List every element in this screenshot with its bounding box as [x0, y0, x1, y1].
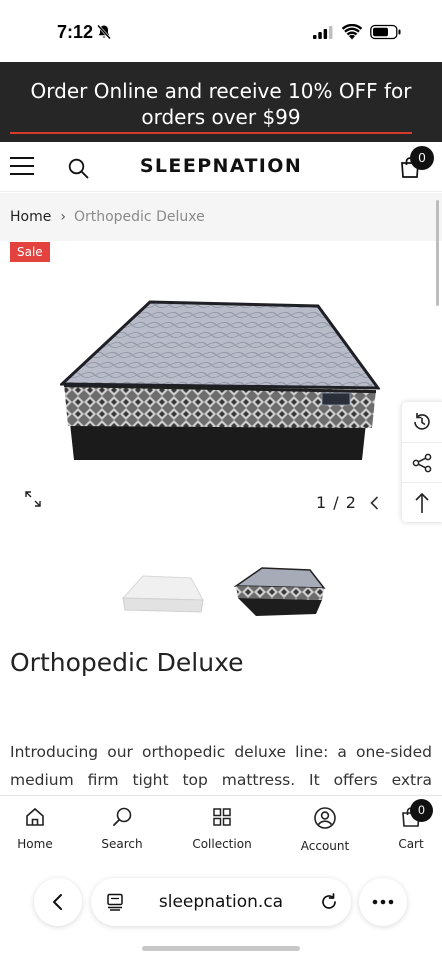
more-dots-icon — [372, 899, 394, 905]
home-indicator[interactable] — [142, 946, 300, 951]
slide-counter: 1 / 2 — [316, 493, 357, 512]
bottom-nav: Home Search Collection Account Cart — [0, 795, 442, 867]
header-cart-count[interactable]: 0 — [410, 146, 434, 170]
chevron-left-icon — [53, 894, 62, 910]
page-scrollbar[interactable] — [436, 200, 439, 306]
share-icon — [412, 453, 432, 472]
nav-collection-label: Collection — [192, 837, 252, 851]
url-text[interactable]: sleepnation.ca — [91, 892, 351, 912]
breadcrumb-home-link[interactable]: Home — [10, 209, 51, 225]
breadcrumb-current: Orthopedic Deluxe — [73, 209, 205, 225]
account-icon — [314, 807, 336, 829]
product-main-image[interactable] — [60, 300, 380, 465]
browser-back-button[interactable] — [34, 878, 82, 926]
home-icon — [26, 807, 44, 826]
nav-search[interactable]: Search — [98, 806, 146, 851]
nav-home-label: Home — [17, 837, 53, 851]
chevron-left-icon[interactable] — [368, 495, 382, 511]
status-time: 7:12 — [57, 22, 94, 42]
back-to-top-icon — [415, 492, 429, 513]
bell-muted-icon — [97, 24, 111, 40]
nav-search-label: Search — [101, 837, 143, 851]
nav-home[interactable]: Home — [14, 806, 56, 851]
breadcrumb: Home › Orthopedic Deluxe — [0, 193, 442, 241]
browser-more-button[interactable] — [359, 878, 407, 926]
nav-collection[interactable]: Collection — [188, 806, 256, 851]
promo-divider — [10, 132, 412, 134]
promo-banner: Order Online and receive 10% OFF for ord… — [0, 62, 442, 142]
battery-icon — [370, 24, 401, 40]
signal-icon — [313, 26, 333, 39]
expand-icon[interactable] — [25, 491, 41, 507]
back-to-top-button[interactable] — [402, 482, 442, 522]
sale-badge: Sale — [10, 242, 50, 262]
nav-account[interactable]: Account — [296, 806, 354, 853]
product-title: Orthopedic Deluxe — [10, 648, 244, 677]
side-tools — [402, 402, 442, 522]
grid-icon — [213, 808, 231, 826]
product-thumbnail-1[interactable] — [113, 562, 213, 626]
status-bar: 7:12 — [0, 0, 442, 62]
product-thumbnail-2[interactable] — [230, 562, 330, 626]
site-header: SLEEPNATION — [0, 142, 442, 192]
site-logo[interactable]: SLEEPNATION — [0, 155, 442, 177]
nav-cart-label: Cart — [398, 837, 424, 851]
nav-account-label: Account — [300, 839, 350, 853]
address-bar[interactable]: sleepnation.ca — [91, 878, 351, 926]
nav-cart-count[interactable]: 0 — [410, 799, 433, 822]
promo-text: Order Online and receive 10% OFF for ord… — [30, 79, 412, 129]
share-button[interactable] — [402, 442, 442, 482]
reload-icon[interactable] — [319, 892, 339, 912]
wifi-icon — [342, 24, 362, 40]
history-button[interactable] — [402, 402, 442, 442]
search-icon — [113, 807, 132, 826]
breadcrumb-separator: › — [60, 209, 66, 225]
history-icon — [414, 413, 430, 430]
